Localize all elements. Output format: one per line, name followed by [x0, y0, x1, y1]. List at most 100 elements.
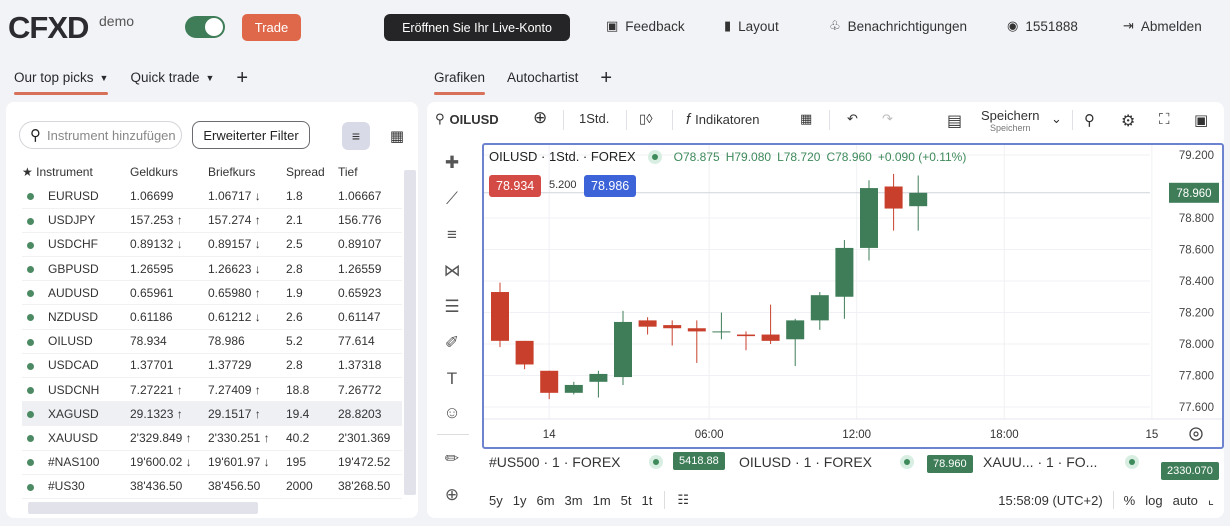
- divider: [829, 110, 830, 130]
- list-view-button[interactable]: ≡: [342, 122, 370, 150]
- ask-cell: 0.65980 ↑: [208, 280, 286, 306]
- screenshot-button[interactable]: ▣: [1194, 111, 1208, 129]
- range-1m[interactable]: 1m: [593, 493, 611, 508]
- layout-button[interactable]: ▮ Layout: [724, 18, 779, 34]
- grid-icon: ▦: [389, 128, 405, 145]
- range-1t[interactable]: 1t: [642, 493, 653, 508]
- table-row[interactable]: XAGUSD 29.1323 ↑ 29.1517 ↑ 19.4 28.8203: [22, 401, 402, 427]
- auto-scale-button[interactable]: auto: [1173, 493, 1198, 508]
- text-tool[interactable]: T: [439, 366, 465, 392]
- table-row[interactable]: USDJPY 157.253 ↑ 157.274 ↑ 2.1 156.776: [22, 208, 402, 233]
- divider: [626, 110, 627, 130]
- arrow-up-icon: ↑: [251, 213, 261, 228]
- table-row[interactable]: EURUSD 1.06699 1.06717 ↓ 1.8 1.06667: [22, 184, 402, 209]
- logout-button[interactable]: ⇥ Abmelden: [1123, 18, 1202, 34]
- range-5y[interactable]: 5y: [489, 493, 503, 508]
- save-button[interactable]: Speichern Speichern: [981, 108, 1040, 133]
- crosshair-tool[interactable]: ✚: [439, 150, 465, 176]
- range-1y[interactable]: 1y: [513, 493, 527, 508]
- brush-tool[interactable]: ✐: [439, 330, 465, 356]
- table-row[interactable]: USDCHF 0.89132 ↓ 0.89157 ↓ 2.5 0.89107: [22, 232, 402, 258]
- compare-symbol-1[interactable]: #US500 · 1 · FOREX: [489, 454, 663, 470]
- table-row[interactable]: NZDUSD 0.61186 0.61212 ↓ 2.6 0.61147: [22, 304, 402, 330]
- zoom-tool[interactable]: ⊕: [439, 482, 465, 508]
- save-dropdown-button[interactable]: ⌄: [1051, 111, 1062, 127]
- account-button[interactable]: ◉ 1551888: [1007, 18, 1078, 34]
- column-spread[interactable]: Spread: [286, 160, 338, 184]
- goto-date-button[interactable]: ☷: [677, 492, 689, 508]
- emoji-tool[interactable]: ☺: [439, 400, 465, 426]
- ruler-icon: ✏: [444, 449, 460, 468]
- table-row[interactable]: USDCAD 1.37701 1.37729 2.8 1.37318: [22, 353, 402, 379]
- redo-button[interactable]: ↷: [882, 111, 893, 127]
- fullscreen-button[interactable]: ⛶: [1159, 111, 1170, 128]
- compare-add-button[interactable]: ⊕: [533, 108, 547, 128]
- instrument-cell: USDJPY: [22, 208, 130, 233]
- range-6m[interactable]: 6m: [536, 493, 554, 508]
- bid-cell: 1.06699: [130, 184, 208, 209]
- horizontal-scrollbar[interactable]: [28, 502, 258, 514]
- trade-button[interactable]: Trade: [242, 14, 301, 41]
- divider: [1112, 491, 1114, 509]
- indicators-button[interactable]: f Indikatoren: [686, 111, 760, 128]
- channel-tool[interactable]: ≡: [439, 222, 465, 248]
- settings-button[interactable]: ⚙: [1121, 111, 1135, 131]
- market-status-dot: [27, 290, 34, 298]
- tab-grafiken[interactable]: Grafiken: [434, 70, 486, 95]
- sell-price-button[interactable]: 78.934: [489, 175, 542, 197]
- layout-select-button[interactable]: ▤: [947, 111, 962, 131]
- table-row[interactable]: USDCNH 7.27221 ↑ 7.27409 ↑ 18.8 7.26772: [22, 377, 402, 403]
- market-status-dot: [27, 217, 34, 225]
- grid-view-button[interactable]: ▦: [387, 122, 407, 150]
- spread-cell: 2.8: [286, 256, 338, 282]
- fibonacci-tool[interactable]: ☰: [439, 294, 465, 320]
- percent-scale-button[interactable]: %: [1124, 493, 1136, 508]
- low-cell: 2'301.369: [338, 425, 402, 451]
- tab-our-top-picks[interactable]: Our top picks ▼: [14, 70, 109, 95]
- measure-tool[interactable]: ✏: [439, 446, 465, 472]
- compare-price-1: 5418.88: [673, 452, 725, 470]
- table-row[interactable]: #US30 38'436.50 38'456.50 2000 38'268.50: [22, 474, 402, 499]
- templates-button[interactable]: ▦: [800, 111, 812, 127]
- vertical-scrollbar[interactable]: [404, 170, 416, 495]
- interval-button[interactable]: 1Std.: [579, 111, 609, 126]
- open-live-account-button[interactable]: Eröffnen Sie Ihr Live-Konto: [384, 14, 570, 41]
- add-watchlist-tab-button[interactable]: +: [236, 68, 248, 88]
- feedback-button[interactable]: ▣ Feedback: [606, 18, 685, 34]
- column-bid[interactable]: Geldkurs: [130, 160, 208, 184]
- clock-time: 15:58:09 (UTC+2): [998, 492, 1103, 508]
- buy-price-button[interactable]: 78.986: [584, 175, 637, 197]
- spread-cell: 40.2: [286, 425, 338, 451]
- bell-icon: ♧: [829, 18, 841, 33]
- table-row[interactable]: #NAS100 19'600.02 ↓ 19'601.97 ↓ 195 19'472.5…: [22, 450, 402, 475]
- log-scale-button[interactable]: log: [1145, 493, 1162, 508]
- table-row[interactable]: GBPUSD 1.26595 1.26623 ↓ 2.8 1.26559: [22, 256, 402, 282]
- tab-autochartist[interactable]: Autochartist: [507, 70, 578, 85]
- bid-cell: 0.65961: [130, 280, 208, 306]
- column-instrument[interactable]: ★ Instrument: [22, 160, 130, 184]
- advanced-filter-button[interactable]: Erweiterter Filter: [192, 121, 310, 149]
- notifications-button[interactable]: ♧ Benachrichtigungen: [829, 18, 967, 34]
- chart-type-button[interactable]: ▯◊: [639, 111, 653, 127]
- symbol-search-button[interactable]: ⚲ OILUSD: [435, 111, 499, 127]
- range-5t[interactable]: 5t: [621, 493, 632, 508]
- table-row[interactable]: AUDUSD 0.65961 0.65980 ↑ 1.9 0.65923: [22, 280, 402, 306]
- range-3m[interactable]: 3m: [565, 493, 583, 508]
- legend-low: L78.720: [777, 149, 821, 164]
- pattern-tool[interactable]: ⋈: [439, 258, 465, 284]
- table-row[interactable]: XAUUSD 2'329.849 ↑ 2'330.251 ↑ 40.2 2'301.36…: [22, 425, 402, 451]
- quick-search-button[interactable]: ⚲: [1084, 111, 1095, 129]
- demo-live-toggle[interactable]: [185, 16, 225, 38]
- drawing-toolbar: ✚ ⟋ ≡ ⋈ ☰ ✐ T ☺ ✏ ⊕: [427, 142, 479, 512]
- column-low[interactable]: Tief: [338, 160, 402, 184]
- add-chart-tab-button[interactable]: +: [600, 68, 612, 88]
- instrument-search-input[interactable]: ⚲ Instrument hinzufügen: [19, 121, 182, 149]
- compare-symbol-2[interactable]: OILUSD · 1 · FOREX: [739, 454, 915, 470]
- table-row[interactable]: OILUSD 78.934 78.986 5.2 77.614: [22, 329, 402, 354]
- column-ask[interactable]: Briefkurs: [208, 160, 286, 184]
- undo-button[interactable]: ↶: [847, 111, 858, 127]
- tab-quick-trade[interactable]: Quick trade ▼: [130, 70, 214, 85]
- compare-symbol-3[interactable]: XAUU... · 1 · FO...: [983, 454, 1140, 470]
- expand-icon[interactable]: ⌞: [1208, 492, 1214, 508]
- trendline-tool[interactable]: ⟋: [439, 186, 465, 212]
